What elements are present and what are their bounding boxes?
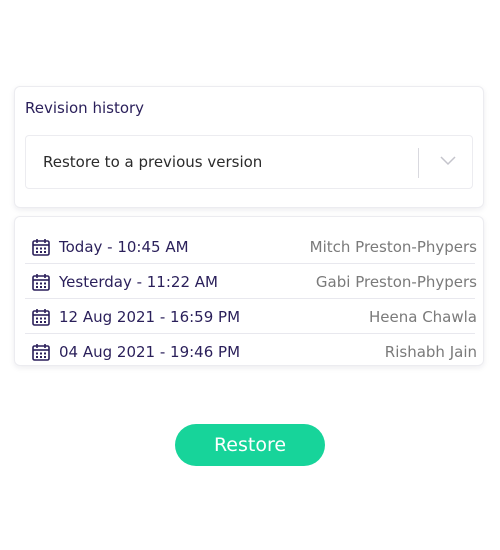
select-value: Restore to a previous version — [43, 153, 263, 171]
revision-date: 04 Aug 2021 - 19:46 PM — [59, 343, 241, 361]
revision-history-panel: Revision history Restore to a previous v… — [14, 86, 484, 208]
revision-author: Rishabh Jain — [384, 343, 477, 361]
revision-row[interactable]: Yesterday - 11:22 AM Gabi Preston-Phyper… — [25, 264, 477, 299]
revision-list: Today - 10:45 AM Mitch Preston-Phypers Y… — [14, 216, 484, 366]
revision-row[interactable]: 04 Aug 2021 - 19:46 PM Rishabh Jain — [25, 334, 477, 368]
chevron-down-icon[interactable] — [438, 153, 458, 167]
calendar-icon — [32, 344, 50, 361]
revision-row[interactable]: Today - 10:45 AM Mitch Preston-Phypers — [25, 229, 477, 264]
revision-author: Mitch Preston-Phypers — [309, 238, 477, 256]
revision-author: Gabi Preston-Phypers — [315, 273, 477, 291]
panel-title: Revision history — [25, 99, 145, 117]
calendar-icon — [32, 239, 50, 256]
calendar-icon — [32, 309, 50, 326]
restore-button[interactable]: Restore — [175, 424, 325, 466]
select-divider — [418, 148, 419, 178]
version-select[interactable]: Restore to a previous version — [25, 135, 473, 189]
revision-date: Yesterday - 11:22 AM — [59, 273, 218, 291]
calendar-icon — [32, 274, 50, 291]
revision-date: 12 Aug 2021 - 16:59 PM — [59, 308, 241, 326]
revision-row[interactable]: 12 Aug 2021 - 16:59 PM Heena Chawla — [25, 299, 477, 334]
revision-date: Today - 10:45 AM — [59, 238, 189, 256]
revision-author: Heena Chawla — [368, 308, 477, 326]
